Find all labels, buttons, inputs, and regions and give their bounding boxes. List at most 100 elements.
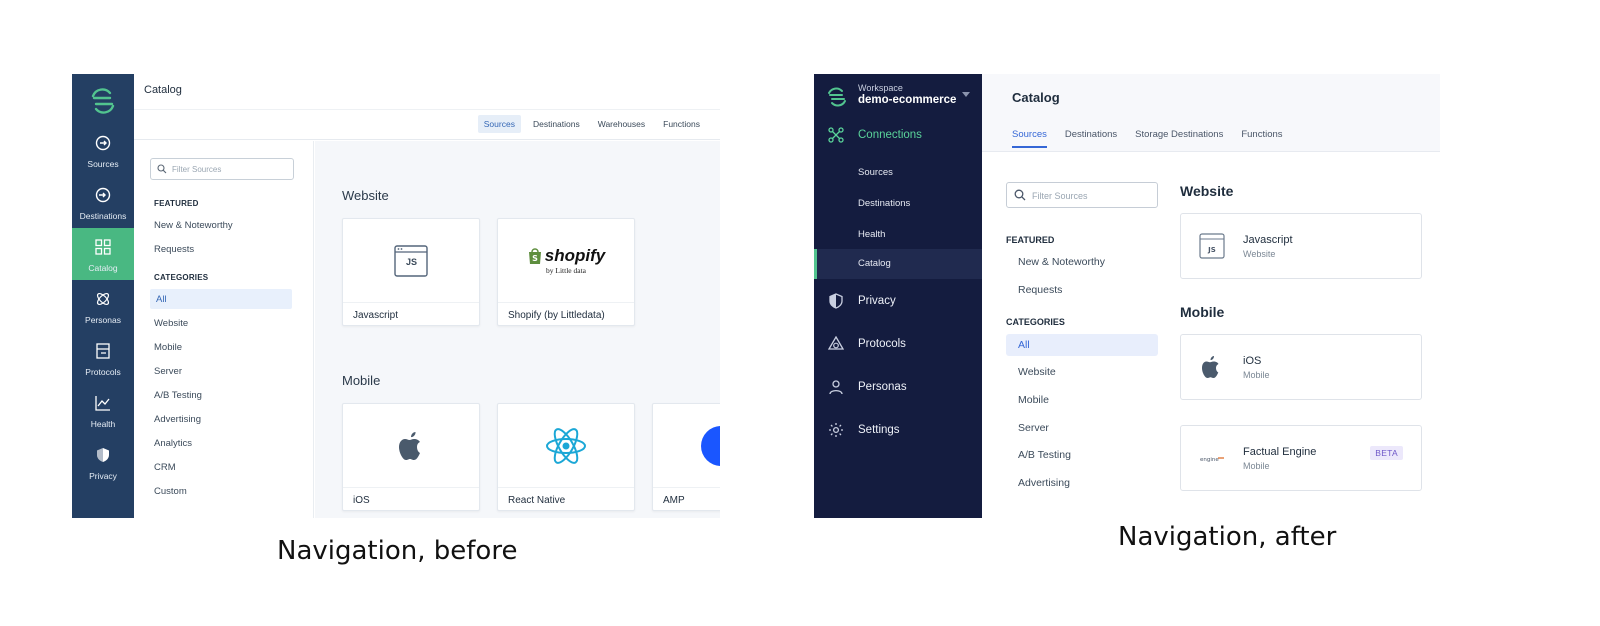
card-name: Factual Engine	[1243, 446, 1317, 458]
featured-item-new[interactable]: New & Noteworthy	[154, 220, 233, 231]
category-website[interactable]: Website	[1018, 366, 1056, 378]
react-icon	[546, 427, 586, 464]
nav-personas[interactable]: Personas	[814, 368, 982, 408]
card-name: AMP	[663, 495, 685, 506]
card-art	[498, 404, 634, 488]
category-server[interactable]: Server	[154, 366, 182, 377]
source-card-ios[interactable]: iOS	[342, 403, 480, 511]
before-screenshot: Sources Destinations Catalog Personas Pr…	[72, 74, 720, 518]
subnav-sources[interactable]: Sources	[814, 158, 982, 188]
subnav-destinations[interactable]: Destinations	[814, 189, 982, 219]
search-input[interactable]: Filter Sources	[1006, 182, 1158, 208]
tabs: Sources Destinations Storage Destination…	[1012, 129, 1283, 148]
rail-item-catalog[interactable]: Catalog	[72, 228, 134, 280]
featured-item-new[interactable]: New & Noteworthy	[1018, 256, 1105, 268]
subnav-health[interactable]: Health	[814, 220, 982, 250]
source-card-factual-engine[interactable]: engine Factual Engine Mobile BETA	[1180, 425, 1422, 491]
category-mobile[interactable]: Mobile	[1018, 394, 1049, 406]
nav-label: Personas	[858, 381, 907, 393]
category-all[interactable]: All	[1006, 334, 1158, 356]
categories-heading: CATEGORIES	[154, 273, 209, 282]
javascript-icon: JS	[1199, 233, 1225, 259]
category-advertising[interactable]: Advertising	[154, 414, 201, 425]
card-name: React Native	[508, 495, 566, 506]
protocols-icon	[828, 336, 844, 350]
privacy-icon	[829, 293, 843, 309]
caption-before: Navigation, before	[277, 536, 518, 566]
source-card-ios[interactable]: iOS Mobile	[1180, 334, 1422, 400]
rail-item-sources[interactable]: Sources	[72, 124, 134, 176]
source-card-react-native[interactable]: React Native	[497, 403, 635, 511]
privacy-icon	[97, 448, 109, 462]
nav-protocols[interactable]: Protocols	[814, 325, 982, 365]
featured-heading: FEATURED	[154, 199, 199, 208]
tab-destinations[interactable]: Destinations	[527, 115, 586, 133]
catalog-main: Website JS Javascript S shopify by Littl…	[315, 141, 720, 518]
search-input[interactable]: Filter Sources	[150, 158, 294, 180]
card-art: JS	[343, 219, 479, 303]
featured-item-requests[interactable]: Requests	[1018, 284, 1062, 296]
tab-destinations[interactable]: Destinations	[1065, 129, 1117, 148]
card-art	[653, 404, 720, 488]
rail-label: Personas	[85, 315, 121, 325]
nav-label: Privacy	[858, 295, 896, 307]
tabs: Sources Destinations Warehouses Function…	[477, 115, 706, 133]
search-placeholder: Filter Sources	[1032, 191, 1088, 201]
nav-connections[interactable]: Connections	[814, 116, 982, 156]
category-advertising[interactable]: Advertising	[1018, 477, 1070, 489]
subnav-catalog[interactable]: Catalog	[814, 249, 982, 279]
beta-badge: BETA	[1370, 446, 1403, 460]
category-website[interactable]: Website	[154, 318, 188, 329]
rail-item-personas[interactable]: Personas	[72, 280, 134, 332]
tab-functions[interactable]: Functions	[1241, 129, 1282, 148]
card-art	[343, 404, 479, 488]
rail-item-privacy[interactable]: Privacy	[72, 436, 134, 488]
category-server[interactable]: Server	[1018, 422, 1049, 434]
tab-functions[interactable]: Functions	[657, 115, 706, 133]
tab-sources[interactable]: Sources	[477, 115, 521, 133]
rail-label: Destinations	[79, 211, 127, 221]
card-category: Website	[1243, 249, 1276, 259]
connections-icon	[828, 127, 844, 143]
source-card-javascript[interactable]: JS Javascript	[342, 218, 480, 326]
rail-label: Sources	[87, 159, 119, 169]
gear-icon	[829, 423, 843, 437]
category-analytics[interactable]: Analytics	[154, 438, 192, 449]
nav-privacy[interactable]: Privacy	[814, 282, 982, 322]
subnav-label: Destinations	[858, 198, 911, 209]
section-website: Website	[342, 188, 389, 203]
card-category: Mobile	[1243, 370, 1270, 380]
segment-logo-icon	[91, 88, 115, 114]
search-icon	[157, 164, 167, 174]
nav-settings[interactable]: Settings	[814, 411, 982, 451]
category-custom[interactable]: Custom	[154, 486, 187, 497]
category-all[interactable]: All	[150, 289, 292, 309]
search-icon	[1014, 189, 1026, 201]
category-ab-testing[interactable]: A/B Testing	[1018, 449, 1071, 461]
nav-label: Settings	[858, 424, 900, 436]
category-mobile[interactable]: Mobile	[154, 342, 182, 353]
card-name: iOS	[353, 495, 370, 506]
rail-label: Health	[90, 419, 116, 429]
category-crm[interactable]: CRM	[154, 462, 176, 473]
js-glyph: JS	[406, 257, 418, 267]
tab-storage-destinations[interactable]: Storage Destinations	[1135, 129, 1223, 148]
segment-logo-icon	[828, 87, 846, 107]
source-card-amp[interactable]: AMP	[652, 403, 720, 511]
filter-sidebar: Filter Sources FEATURED New & Noteworthy…	[134, 141, 314, 518]
source-card-javascript[interactable]: JS Javascript Website	[1180, 213, 1422, 279]
tab-warehouses[interactable]: Warehouses	[592, 115, 651, 133]
personas-icon	[96, 292, 110, 306]
card-name: Javascript	[353, 310, 399, 321]
rail-item-health[interactable]: Health	[72, 384, 134, 436]
category-ab-testing[interactable]: A/B Testing	[154, 390, 202, 401]
caption-after: Navigation, after	[1118, 522, 1337, 552]
tab-sources[interactable]: Sources	[1012, 129, 1047, 148]
sidebar: Workspace demo-ecommerce Connections Sou…	[814, 74, 982, 518]
rail-item-destinations[interactable]: Destinations	[72, 176, 134, 228]
source-card-shopify[interactable]: S shopify by Little data Shopify (by Lit…	[497, 218, 635, 326]
rail-label: Catalog	[88, 263, 118, 273]
featured-item-requests[interactable]: Requests	[154, 244, 194, 255]
section-website: Website	[1180, 183, 1234, 199]
rail-item-protocols[interactable]: Protocols	[72, 332, 134, 384]
